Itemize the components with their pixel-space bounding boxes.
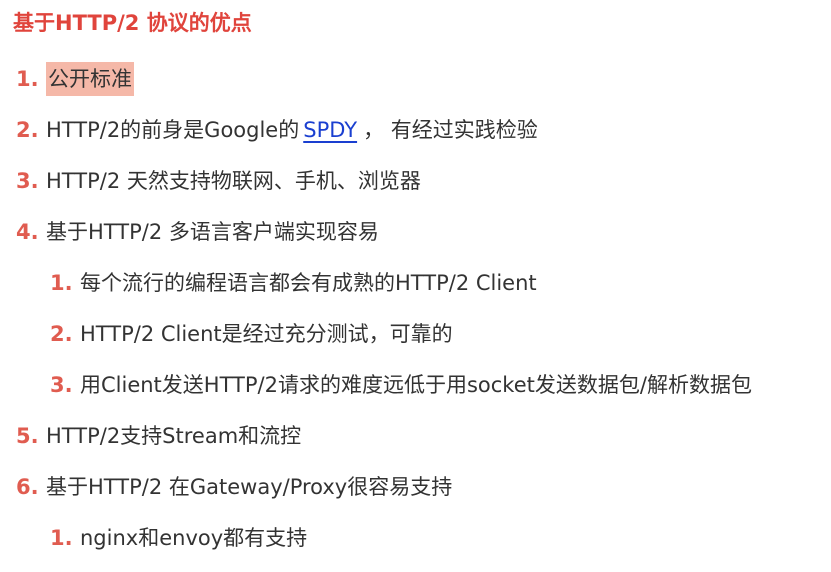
list-number: 5.: [16, 424, 39, 448]
list-text: HTTP/2的前身是Google的: [46, 118, 300, 142]
list-text: nginx和envoy都有支持: [80, 526, 308, 550]
list-item: 5. HTTP/2支持Stream和流控: [16, 419, 301, 453]
list-text: 每个流行的编程语言都会有成熟的HTTP/2 Client: [80, 271, 537, 295]
list-number: 2.: [16, 118, 39, 142]
list-number: 1.: [50, 271, 73, 295]
list-number: 6.: [16, 475, 39, 499]
list-item: 6. 基于HTTP/2 在Gateway/Proxy很容易支持: [16, 470, 452, 504]
list-text: HTTP/2支持Stream和流控: [46, 424, 302, 448]
highlighted-text: 公开标准: [46, 62, 134, 96]
list-item: 4. 基于HTTP/2 多语言客户端实现容易: [16, 215, 379, 249]
sub-list-item: 1. 每个流行的编程语言都会有成熟的HTTP/2 Client: [50, 266, 537, 300]
spdy-link[interactable]: SPDY: [303, 113, 357, 147]
sub-list-item: 3. 用Client发送HTTP/2请求的难度远低于用socket发送数据包/解…: [50, 368, 752, 402]
list-item: 1. 公开标准: [16, 62, 134, 96]
list-text: HTTP/2 Client是经过充分测试，可靠的: [80, 322, 453, 346]
list-text: 用Client发送HTTP/2请求的难度远低于用socket发送数据包/解析数据…: [80, 373, 752, 397]
sub-list-item: 2. HTTP/2 Client是经过充分测试，可靠的: [50, 317, 453, 351]
list-item: 3. HTTP/2 天然支持物联网、手机、浏览器: [16, 164, 421, 198]
list-number: 2.: [50, 322, 73, 346]
list-text: ， 有经过实践检验: [363, 118, 538, 142]
page-title: 基于HTTP/2 协议的优点: [13, 11, 252, 35]
list-item: 2. HTTP/2的前身是Google的 SPDY ， 有经过实践检验: [16, 113, 538, 147]
list-text: 基于HTTP/2 多语言客户端实现容易: [46, 220, 379, 244]
list-number: 3.: [16, 169, 39, 193]
list-number: 3.: [50, 373, 73, 397]
list-text: 基于HTTP/2 在Gateway/Proxy很容易支持: [46, 475, 453, 499]
list-number: 1.: [50, 526, 73, 550]
list-text: HTTP/2 天然支持物联网、手机、浏览器: [46, 169, 421, 193]
sub-list-item: 1. nginx和envoy都有支持: [50, 521, 307, 555]
list-number: 4.: [16, 220, 39, 244]
list-number: 1.: [16, 67, 39, 91]
